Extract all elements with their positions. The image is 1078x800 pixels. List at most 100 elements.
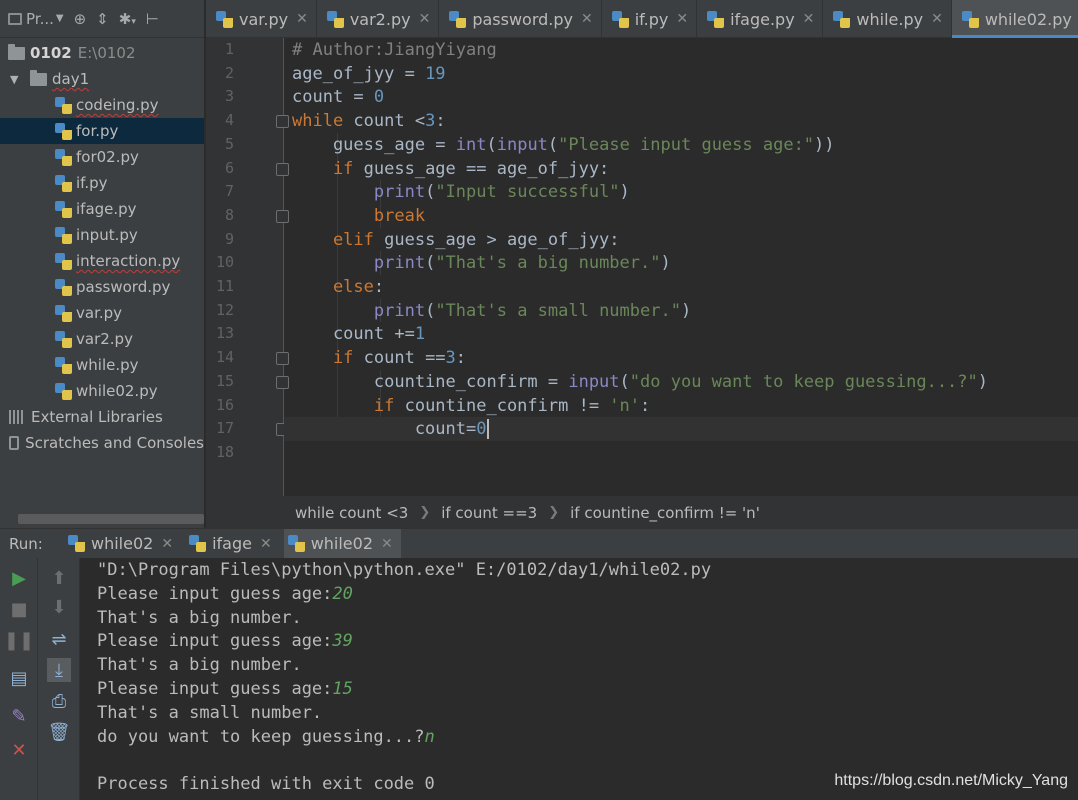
code-token: : bbox=[455, 348, 467, 369]
python-file-icon bbox=[55, 174, 72, 192]
code-token: guess_age > age_of_jyy: bbox=[384, 229, 620, 250]
code-token: "do you want to keep guessing...?" bbox=[629, 371, 978, 392]
code-line: count = 0 bbox=[292, 85, 384, 109]
layout-icon[interactable]: ▤ bbox=[7, 666, 31, 690]
tree-file-while[interactable]: while.py bbox=[0, 352, 204, 378]
tree-file-input[interactable]: input.py bbox=[0, 222, 204, 248]
project-icon bbox=[8, 12, 22, 25]
code-token: print bbox=[292, 300, 426, 321]
close-icon[interactable]: ✕ bbox=[803, 11, 815, 27]
tree-file-interaction[interactable]: interaction.py bbox=[0, 248, 204, 274]
tree-file-var[interactable]: var.py bbox=[0, 300, 204, 326]
tree-file-password[interactable]: password.py bbox=[0, 274, 204, 300]
line-number: 8 bbox=[224, 205, 234, 224]
settings-gear-icon[interactable]: ✱▾ bbox=[119, 10, 136, 28]
breadcrumb-item[interactable]: if countine_confirm != 'n' bbox=[570, 504, 760, 522]
locate-icon[interactable]: ⊕ bbox=[74, 10, 87, 28]
tree-scratches[interactable]: Scratches and Consoles bbox=[0, 430, 204, 456]
code-line: if count ==3: bbox=[292, 346, 466, 370]
code-token: print bbox=[292, 182, 426, 203]
python-file-icon bbox=[833, 10, 851, 28]
editor-tab-label: while.py bbox=[856, 9, 924, 29]
run-tab-ifage[interactable]: ifage ✕ bbox=[185, 529, 280, 559]
tree-item-label: for.py bbox=[76, 122, 119, 140]
down-arrow-icon[interactable]: ⬇ bbox=[47, 595, 71, 619]
code-token: 19 bbox=[425, 63, 446, 84]
python-file-icon bbox=[611, 10, 629, 28]
line-number: 1 bbox=[224, 40, 234, 58]
collapse-all-icon[interactable]: ⇕ bbox=[96, 10, 109, 28]
code-line: count=0 bbox=[284, 417, 1078, 442]
tree-file-while02[interactable]: while02.py bbox=[0, 378, 204, 404]
code-editor[interactable]: 1 2 3 4 5 6 7 8 9 10 11 12 13 14 15 16 17 18 # Author:Jia… bbox=[206, 38, 1078, 496]
run-tab-while02[interactable]: while02 ✕ bbox=[64, 529, 181, 559]
console-line: Please input guess age:20 bbox=[97, 582, 353, 606]
close-icon[interactable]: ✕ bbox=[419, 11, 431, 27]
library-icon bbox=[9, 410, 25, 424]
hide-panel-icon[interactable]: ⊢ bbox=[146, 10, 159, 28]
breadcrumb-item[interactable]: if count ==3 bbox=[441, 504, 537, 522]
console-user-input: n bbox=[424, 726, 435, 747]
tree-root-0102[interactable]: 0102 E:\0102 bbox=[0, 40, 204, 66]
trash-icon[interactable]: 🗑 bbox=[47, 720, 71, 744]
editor-tab[interactable]: while02.py✕ bbox=[951, 0, 1078, 38]
close-icon[interactable]: ✕ bbox=[581, 11, 593, 27]
code-token: print bbox=[292, 253, 426, 274]
tree-file-for02[interactable]: for02.py bbox=[0, 144, 204, 170]
code-line: guess_age = int(input("Please input gues… bbox=[292, 133, 835, 157]
fold-marker-icon[interactable] bbox=[276, 162, 289, 176]
editor-tab[interactable]: password.py ✕ bbox=[439, 0, 602, 38]
run-tab-while02-active[interactable]: while02 ✕ bbox=[283, 528, 401, 559]
tree-external-libraries[interactable]: External Libraries bbox=[0, 404, 204, 430]
scroll-to-end-icon[interactable]: ⤓ bbox=[47, 658, 71, 682]
close-icon[interactable]: ✕ bbox=[296, 11, 308, 27]
print-icon[interactable]: ⎙ bbox=[47, 689, 71, 713]
fold-marker-icon[interactable] bbox=[276, 209, 289, 223]
stop-icon[interactable]: ■ bbox=[7, 597, 31, 621]
close-icon[interactable]: ✕ bbox=[161, 536, 173, 552]
editor-tab[interactable]: var2.py ✕ bbox=[317, 0, 440, 38]
fold-marker-icon[interactable] bbox=[276, 375, 289, 389]
fold-marker-icon[interactable] bbox=[276, 115, 289, 129]
pin-icon[interactable]: ✎ bbox=[7, 704, 31, 728]
tree-file-codeing[interactable]: codeing.py bbox=[0, 92, 204, 118]
fold-marker-icon[interactable] bbox=[276, 352, 289, 366]
horizontal-scrollbar[interactable] bbox=[18, 514, 204, 524]
close-icon[interactable]: ✕ bbox=[676, 11, 688, 27]
code-line: while count <3: bbox=[292, 109, 446, 133]
soft-wrap-icon[interactable]: ⇌ bbox=[47, 627, 71, 651]
line-number: 15 bbox=[215, 371, 234, 390]
tree-file-if[interactable]: if.py bbox=[0, 170, 204, 196]
tree-item-label: while.py bbox=[76, 356, 139, 374]
up-arrow-icon[interactable]: ⬆ bbox=[47, 566, 71, 590]
tree-file-ifage[interactable]: ifage.py bbox=[0, 196, 204, 222]
line-number: 12 bbox=[215, 300, 234, 319]
code-token: 1 bbox=[414, 324, 426, 345]
breadcrumb-item[interactable]: while count <3 bbox=[295, 504, 408, 522]
editor-tab[interactable]: var.py ✕ bbox=[206, 0, 317, 38]
run-console-output[interactable]: "D:\Program Files\python\python.exe" E:/… bbox=[80, 558, 1078, 800]
tree-file-for[interactable]: for.py bbox=[0, 118, 204, 144]
editor-tab[interactable]: ifage.py ✕ bbox=[697, 0, 824, 38]
editor-tab[interactable]: while.py ✕ bbox=[823, 0, 952, 38]
code-token: 0 bbox=[373, 87, 385, 108]
rerun-play-icon[interactable]: ▶ bbox=[7, 566, 31, 590]
editor-tab[interactable]: if.py ✕ bbox=[602, 0, 698, 38]
editor-tab-label: password.py bbox=[472, 9, 573, 29]
code-token: ( bbox=[425, 300, 436, 321]
console-line: do you want to keep guessing...?n bbox=[97, 725, 435, 749]
project-view-selector[interactable]: Pr... ▼ bbox=[8, 10, 64, 28]
code-token: guess_age = bbox=[292, 134, 456, 155]
close-icon[interactable]: ✕ bbox=[931, 11, 943, 27]
close-icon[interactable]: ✕ bbox=[260, 536, 272, 552]
expand-arrow-icon[interactable]: ▼ bbox=[10, 73, 22, 86]
python-file-icon bbox=[449, 10, 467, 28]
line-number-gutter: 1 2 3 4 5 6 7 8 9 10 11 12 13 14 15 16 17 18 bbox=[206, 38, 289, 496]
close-run-icon[interactable]: ✕ bbox=[7, 738, 31, 762]
pause-icon[interactable]: ❚❚ bbox=[4, 628, 34, 652]
breadcrumb-separator-icon: ❯ bbox=[548, 505, 560, 520]
tree-file-var2[interactable]: var2.py bbox=[0, 326, 204, 352]
line-number: 10 bbox=[215, 253, 234, 272]
tree-folder-day1[interactable]: ▼ day1 bbox=[0, 66, 204, 92]
close-icon[interactable]: ✕ bbox=[381, 536, 393, 552]
